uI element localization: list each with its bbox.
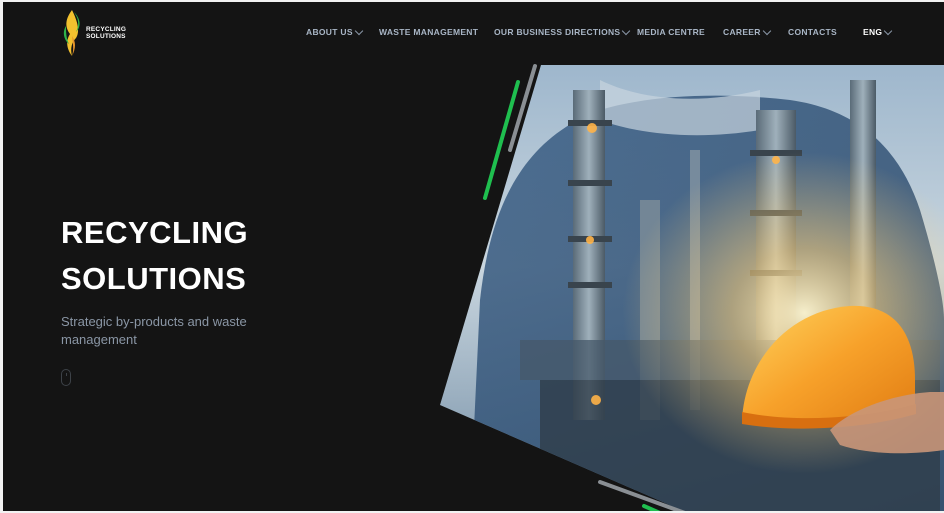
mouse-scroll-icon[interactable] [61, 369, 71, 386]
nav-item-label: CONTACTS [788, 27, 837, 37]
nav-item-waste-management[interactable]: WASTE MANAGEMENT [379, 27, 478, 37]
nav-item-label: WASTE MANAGEMENT [379, 27, 479, 37]
hero-subtitle: Strategic by-products and waste manageme… [61, 314, 247, 347]
chevron-down-icon [762, 26, 771, 35]
nav-item-contacts[interactable]: CONTACTS [788, 27, 837, 37]
nav-item-business-directions[interactable]: OUR BUSINESS DIRECTIONS [494, 26, 631, 37]
hero-title-line1: RECYCLING [61, 215, 249, 250]
hero-title: RECYCLING SOLUTIONS [61, 210, 421, 302]
window-edge-left [0, 0, 3, 513]
language-selector[interactable]: ENG [863, 26, 893, 37]
hero-title-line2: SOLUTIONS [61, 261, 247, 296]
nav-item-media-centre[interactable]: MEDIA CENTRE [637, 27, 705, 37]
chevron-down-icon [354, 26, 364, 35]
brand-name-line2: SOLUTIONS [86, 33, 126, 40]
brand-name-line1: RECYCLING [86, 26, 127, 33]
window-edge-top [0, 0, 944, 2]
nav-item-label: OUR BUSINESS DIRECTIONS [494, 27, 621, 37]
chevron-down-icon [622, 26, 631, 35]
language-label: ENG [863, 27, 883, 37]
leaf-flame-icon [63, 10, 80, 56]
chevron-down-icon [884, 26, 893, 35]
page: RECYCLING SOLUTIONS ABOUT US WASTE MANAG… [0, 0, 944, 513]
nav-item-about-us[interactable]: ABOUT US [306, 26, 364, 37]
brand-logo[interactable]: RECYCLING SOLUTIONS [60, 8, 134, 58]
nav-item-label: MEDIA CENTRE [637, 27, 705, 37]
brand-name: RECYCLING SOLUTIONS [86, 26, 134, 40]
nav-item-label: ABOUT US [306, 27, 353, 37]
nav-item-label: CAREER [723, 27, 761, 37]
nav-item-career[interactable]: CAREER [723, 26, 771, 37]
